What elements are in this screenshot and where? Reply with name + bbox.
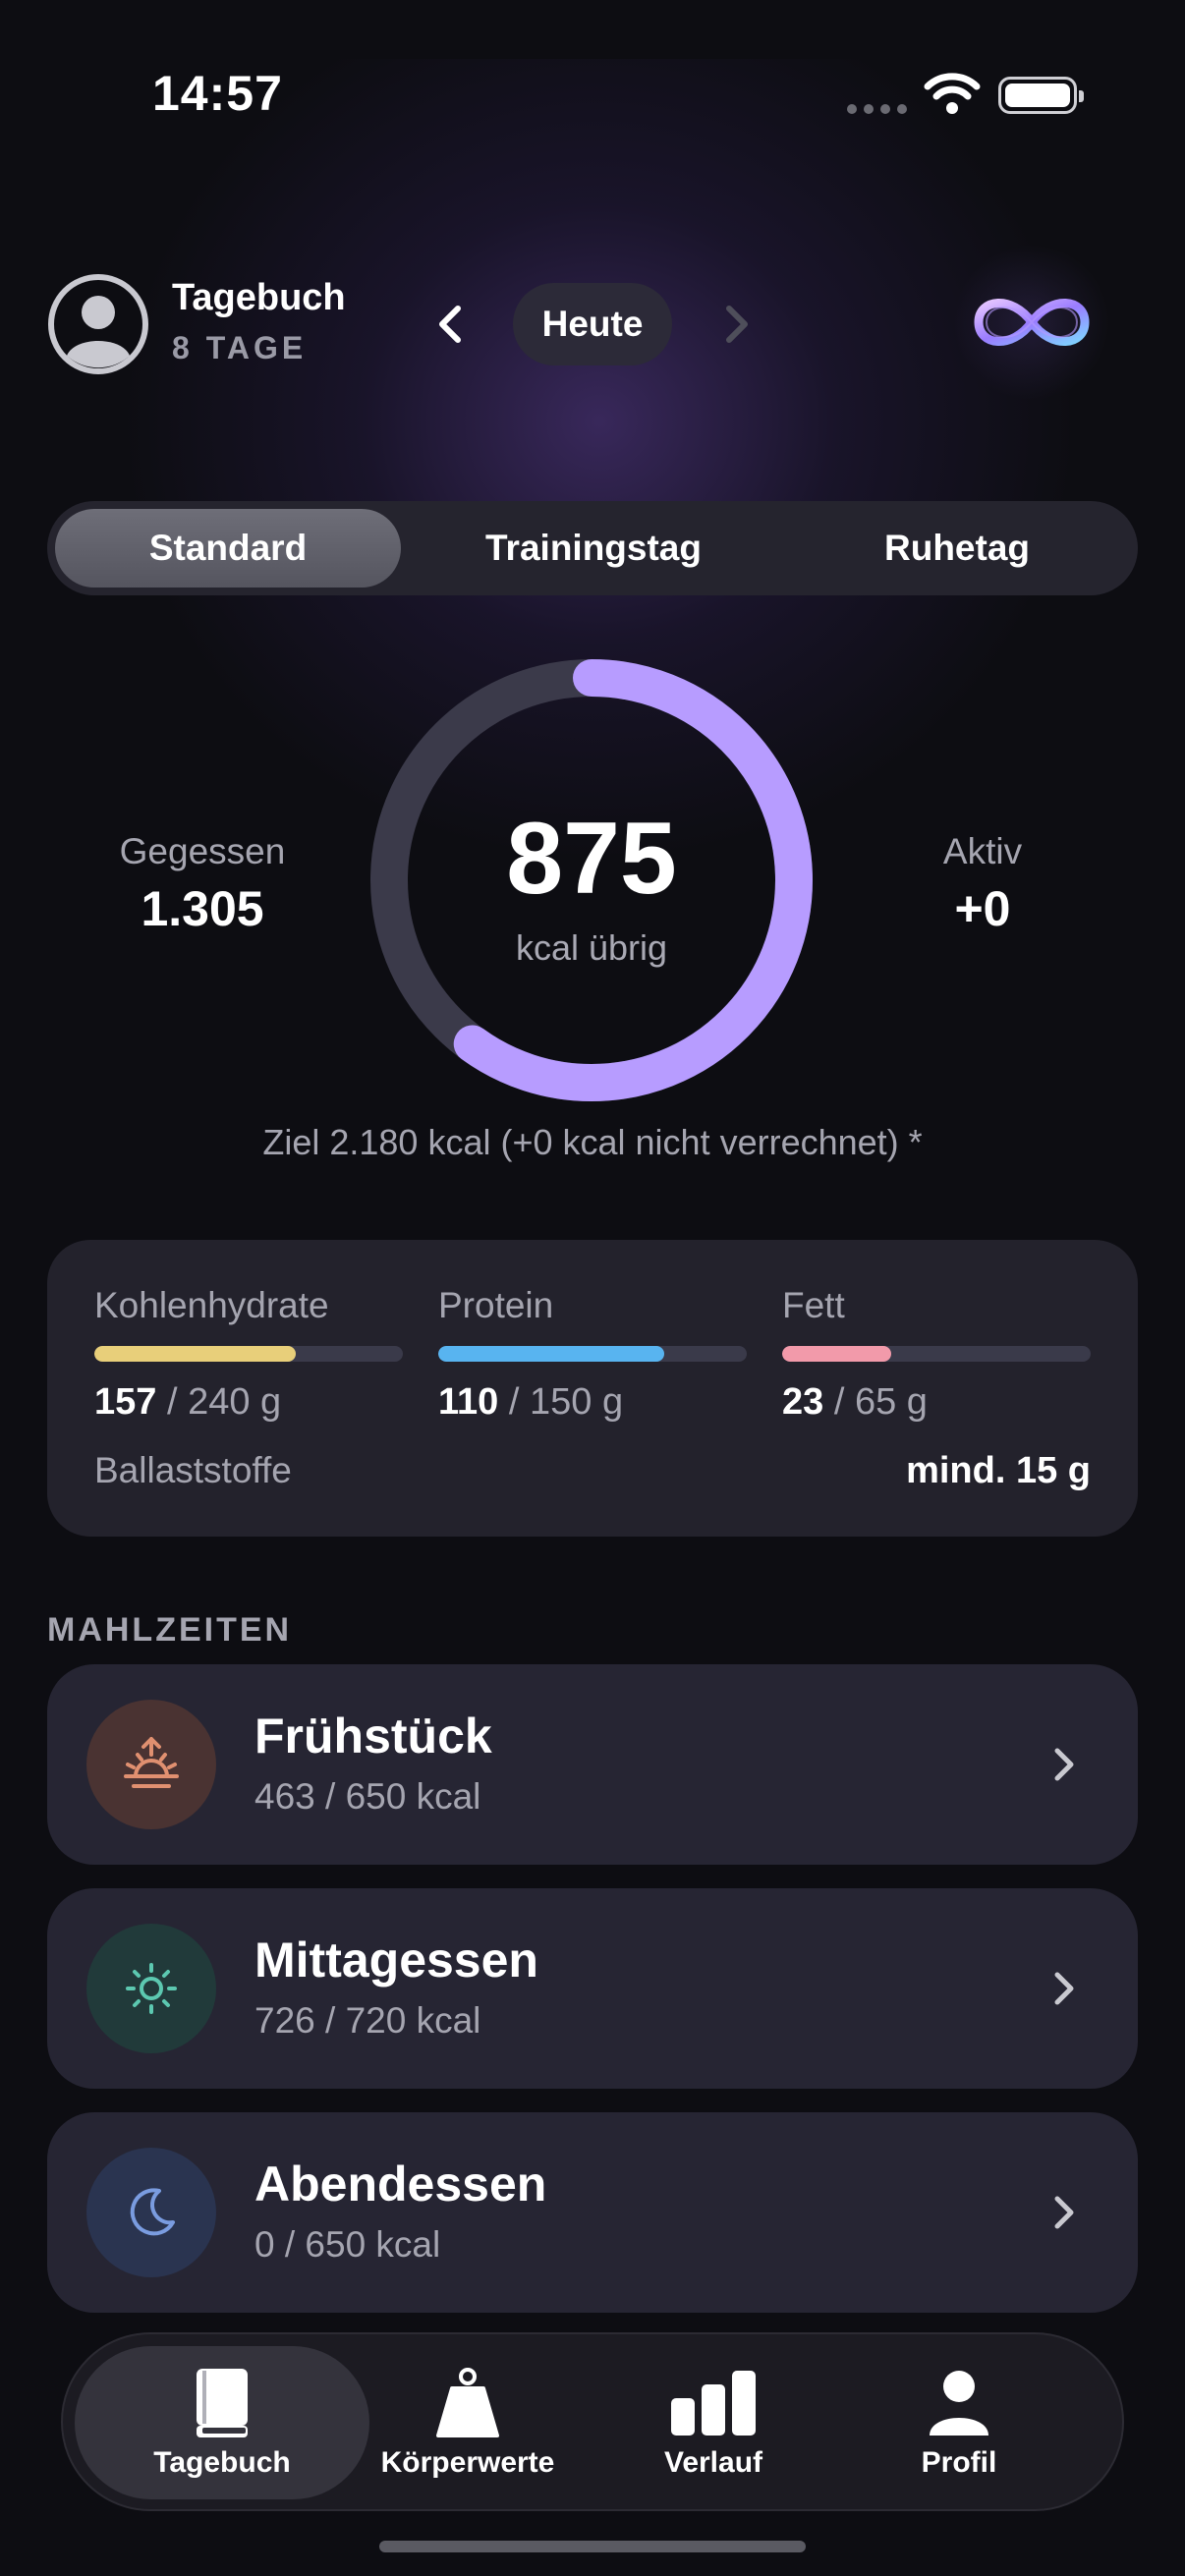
scale-weight-icon <box>432 2366 503 2440</box>
moon-icon <box>86 2148 216 2277</box>
meal-card-dinner[interactable]: Abendessen 0 / 650 kcal <box>47 2112 1138 2313</box>
macro-fat-name: Fett <box>782 1285 845 1325</box>
macro-fat-bar <box>782 1346 1091 1362</box>
avatar-icon[interactable] <box>47 273 149 375</box>
diary-title: Tagebuch <box>172 277 346 318</box>
macro-carbs-bar-fill <box>94 1346 297 1362</box>
meal-card-breakfast[interactable]: Frühstück 463 / 650 kcal <box>47 1664 1138 1865</box>
home-indicator <box>379 2541 806 2552</box>
fiber-label: Ballaststoffe <box>94 1450 292 1490</box>
fiber-value: mind. 15 g <box>906 1450 1091 1491</box>
eaten-value: 1.305 <box>141 881 264 936</box>
segment-ruhetag[interactable]: Ruhetag <box>784 509 1130 588</box>
cellular-signal-icon <box>847 104 907 114</box>
previous-day-chevron-icon[interactable] <box>430 303 470 346</box>
meal-name: Mittagessen <box>254 1932 538 1988</box>
segment-standard[interactable]: Standard <box>55 509 401 588</box>
bar-chart-icon <box>669 2366 758 2440</box>
macro-fat-value: 23 / 65 g <box>782 1381 928 1423</box>
meal-kcal: 726 / 720 kcal <box>254 2000 481 2041</box>
sun-icon <box>86 1924 216 2053</box>
day-type-segmented-control: Standard Trainingstag Ruhetag <box>47 501 1138 595</box>
macro-carbs-value: 157 / 240 g <box>94 1381 282 1423</box>
active-label: Aktiv <box>942 831 1023 871</box>
tab-label: Verlauf <box>663 2446 763 2479</box>
macro-carbs-bar <box>94 1346 403 1362</box>
macro-protein-bar <box>438 1346 747 1362</box>
calories-remaining-label: kcal übrig <box>515 927 668 968</box>
streak-label: 8 TAGE <box>172 330 308 365</box>
book-icon <box>193 2366 252 2440</box>
meal-kcal: 463 / 650 kcal <box>254 1776 481 1817</box>
next-day-chevron-icon[interactable] <box>717 303 757 346</box>
macro-protein-value: 110 / 150 g <box>438 1381 624 1423</box>
active-value: +0 <box>954 881 1011 936</box>
tab-label: Körperwerte <box>380 2446 555 2479</box>
eaten-label: Gegessen <box>119 831 286 871</box>
battery-icon <box>998 77 1084 114</box>
meals-section-title: MAHLZEITEN <box>47 1611 293 1649</box>
person-icon <box>927 2366 991 2440</box>
macro-protein-name: Protein <box>438 1285 554 1325</box>
tab-profil[interactable]: Profil <box>812 2346 1106 2499</box>
calories-remaining-value: 875 <box>506 802 677 916</box>
meal-name: Frühstück <box>254 1708 492 1764</box>
calorie-goal-text[interactable]: Ziel 2.180 kcal (+0 kcal nicht verrechne… <box>0 1122 1185 1163</box>
chevron-right-icon <box>1054 2196 1074 2229</box>
meal-kcal: 0 / 650 kcal <box>254 2224 441 2265</box>
sunrise-icon <box>86 1700 216 1829</box>
tab-bar: Tagebuch Körperwerte Verlauf Profil <box>61 2332 1124 2511</box>
segment-trainingstag[interactable]: Trainingstag <box>421 509 766 588</box>
date-selector[interactable]: Heute <box>513 283 672 365</box>
tab-label: Tagebuch <box>153 2446 291 2479</box>
tab-label: Profil <box>921 2446 997 2479</box>
status-time: 14:57 <box>152 66 283 121</box>
wifi-icon <box>924 73 981 114</box>
macro-protein-bar-fill <box>438 1346 665 1362</box>
macro-carbs-name: Kohlenhydrate <box>94 1285 329 1325</box>
macro-fat-bar-fill <box>782 1346 892 1362</box>
meal-card-lunch[interactable]: Mittagessen 726 / 720 kcal <box>47 1888 1138 2089</box>
infinity-logo-icon[interactable] <box>953 244 1110 401</box>
chevron-right-icon <box>1054 1748 1074 1781</box>
chevron-right-icon <box>1054 1972 1074 2005</box>
meal-name: Abendessen <box>254 2156 547 2212</box>
